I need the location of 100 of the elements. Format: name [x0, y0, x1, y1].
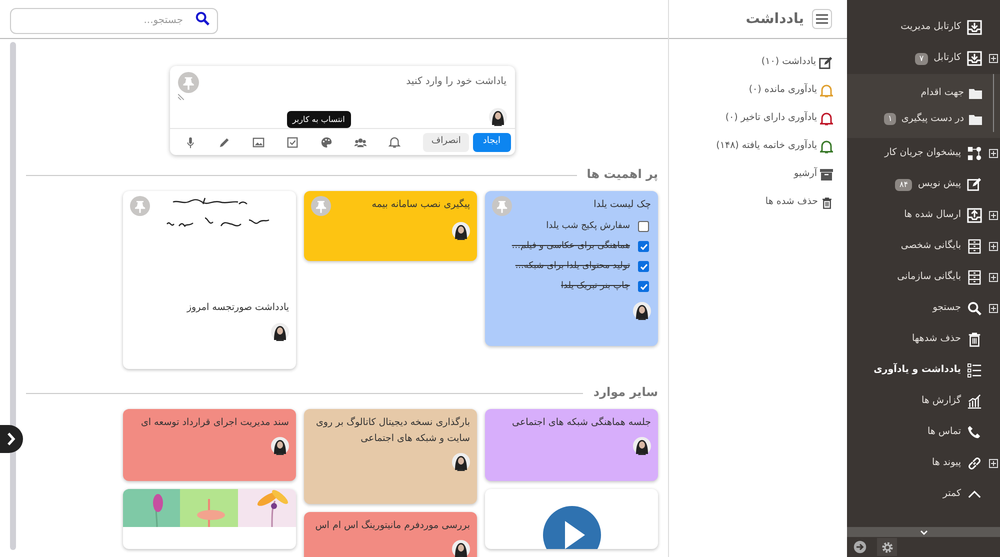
- cancel-button[interactable]: انصراف: [423, 132, 469, 152]
- avatar-icon: [452, 222, 470, 240]
- note-title: چک لیست یلدا: [594, 198, 651, 212]
- sidebar-item[interactable]: بایگانی سازمانی: [897, 270, 961, 285]
- check-icon: [640, 262, 648, 270]
- tooltip: انتساب به کاربر: [286, 111, 351, 128]
- link-icon: [967, 456, 982, 471]
- note-card[interactable]: یادداشت صورتجسه امروز: [123, 191, 296, 369]
- note-card[interactable]: سند مدیریت اجرای قرارداد توسعه ای: [123, 409, 296, 481]
- settings-icon: [880, 540, 894, 554]
- filter-item[interactable]: یادآوری مانده (۰): [748, 83, 817, 98]
- trash-icon: [967, 332, 982, 347]
- note-title: بارگذاری نسخه دیجیتال کاتالوگ بر روی سایت و شبکه های اجتماعی: [314, 416, 470, 446]
- edit-icon: [967, 177, 982, 192]
- arrow-circle-icon: [853, 540, 867, 554]
- checklist-icon: [967, 363, 982, 378]
- checkbox[interactable]: [638, 221, 649, 232]
- note-title: پیگیری نصب سامانه بیمه: [372, 198, 470, 212]
- search-icon: [967, 301, 982, 316]
- create-button[interactable]: ایجاد: [472, 132, 510, 152]
- chevron-icon: [7, 432, 16, 446]
- sidebar-item[interactable]: کارتابل: [934, 51, 961, 66]
- menu-button[interactable]: [812, 9, 832, 29]
- sidebar-item[interactable]: بایگانی شخصی: [900, 239, 961, 254]
- pencil-icon: [218, 136, 231, 148]
- checkbox[interactable]: [638, 241, 649, 252]
- filter-item[interactable]: یادآوری دارای تاخیر (۰): [725, 111, 817, 126]
- workflow-icon: [967, 146, 982, 161]
- trash-icon: [821, 196, 833, 210]
- play-icon: [542, 506, 600, 549]
- sidebar-item[interactable]: گزارش ها: [921, 394, 961, 409]
- search-field[interactable]: جستجو...: [10, 8, 218, 34]
- check-icon: [640, 242, 648, 250]
- avatar-icon: [271, 323, 289, 341]
- note-card[interactable]: جلسه هماهنگی شبکه های اجتماعی: [485, 409, 658, 481]
- check-icon: [640, 282, 648, 290]
- checkbox[interactable]: [638, 261, 649, 272]
- sidebar-item[interactable]: حذف شدهها: [912, 332, 961, 347]
- sidebar-item[interactable]: پیشخوان جریان کار: [884, 146, 961, 161]
- note-card[interactable]: [485, 489, 658, 549]
- checklist-item: هماهنگی برای عکاسی و فیلم...: [512, 240, 630, 253]
- sidebar-item[interactable]: یادداشت و یادآوری: [874, 363, 961, 378]
- sidebar-item[interactable]: ارسال شده ها: [904, 208, 961, 223]
- note-title: سند مدیریت اجرای قرارداد توسعه ای: [140, 416, 289, 430]
- sidebar-item[interactable]: جستجو: [932, 301, 961, 316]
- filter-item[interactable]: آرشیو: [794, 167, 817, 182]
- inbox-icon: [967, 20, 982, 35]
- avatar-icon: [633, 302, 651, 320]
- settings-button[interactable]: [877, 538, 897, 556]
- users-icon: [354, 136, 367, 148]
- checkbox[interactable]: [638, 281, 649, 292]
- palette-button[interactable]: [319, 135, 334, 149]
- note-card[interactable]: پیگیری نصب سامانه بیمه: [304, 191, 477, 261]
- bell-icon: [388, 136, 401, 148]
- note-input[interactable]: یاداشت خود را وارد کنید: [198, 72, 506, 89]
- avatar-icon: [633, 437, 651, 455]
- scroll-bar[interactable]: [847, 527, 1000, 537]
- note-title: یادداشت صورتجسه امروز: [186, 300, 289, 315]
- avatar-icon: [452, 453, 470, 471]
- count-badge: ۱: [884, 113, 896, 125]
- checklist-item: چاپ بنر تبریک یلدا: [560, 280, 630, 293]
- checkbox-button[interactable]: [285, 135, 300, 149]
- note-card[interactable]: بررسی موردفرم مانیتورینگ اس ام اس: [304, 512, 477, 557]
- section-title: پر اهمیت ها: [586, 166, 658, 183]
- sidebar-item[interactable]: کارتابل مدیریت: [900, 20, 961, 35]
- image-button[interactable]: [251, 135, 266, 149]
- cabinet-icon: [967, 270, 982, 285]
- page-title: یادداشت: [746, 10, 804, 28]
- sidebar-item[interactable]: پیوند ها: [932, 456, 961, 471]
- checkbox-icon: [286, 136, 299, 148]
- filter-item[interactable]: یادداشت (۱۰): [761, 55, 816, 70]
- filter-item[interactable]: یادآوری خاتمه یافته (۱۴۸): [716, 139, 817, 154]
- section-title: سایر موارد: [593, 384, 658, 401]
- note-card[interactable]: بارگذاری نسخه دیجیتال کاتالوگ بر روی سایت و شبکه های اجتماعی: [304, 409, 477, 504]
- note-card[interactable]: [123, 489, 296, 549]
- note-title: بررسی موردفرم مانیتورینگ اس ام اس: [315, 518, 470, 533]
- phone-icon: [967, 425, 982, 440]
- chevron-down-icon: [920, 530, 928, 534]
- logout-button[interactable]: [851, 538, 869, 556]
- sidebar-item[interactable]: پیش نویس: [918, 177, 961, 192]
- expand-button[interactable]: [0, 425, 23, 453]
- checklist-item: تولید محتوای یلدا برای شبکه...: [515, 260, 630, 273]
- avatar-icon: [452, 540, 470, 557]
- sidebar-subitem[interactable]: جهت اقدام: [920, 86, 964, 100]
- menu-icon: [816, 14, 828, 24]
- sidebar-item[interactable]: کمتر: [942, 487, 961, 502]
- folder-icon: [969, 88, 982, 98]
- sidebar-subitem[interactable]: در دست پیگیری: [901, 112, 964, 126]
- sidebar-item[interactable]: تماس ها: [927, 425, 961, 440]
- search-icon: [195, 11, 210, 26]
- bell-button[interactable]: [387, 135, 402, 149]
- count-badge: ۷: [915, 52, 928, 64]
- scrollbar[interactable]: [10, 42, 16, 550]
- edit-icon: [819, 56, 833, 70]
- filter-item[interactable]: حذف شده ها: [765, 195, 818, 210]
- folder-icon: [969, 114, 982, 124]
- image-icon: [252, 136, 265, 148]
- inbox-icon: [967, 51, 982, 66]
- outbox-icon: [967, 208, 982, 223]
- note-card[interactable]: چک لیست یلدا سفارش پکیج شب یلدا هماهنگی برای عکاسی و فیلم... تولید محتوای یلدا برای شبکه... چاپ بنر تبریک یلدا: [485, 191, 658, 346]
